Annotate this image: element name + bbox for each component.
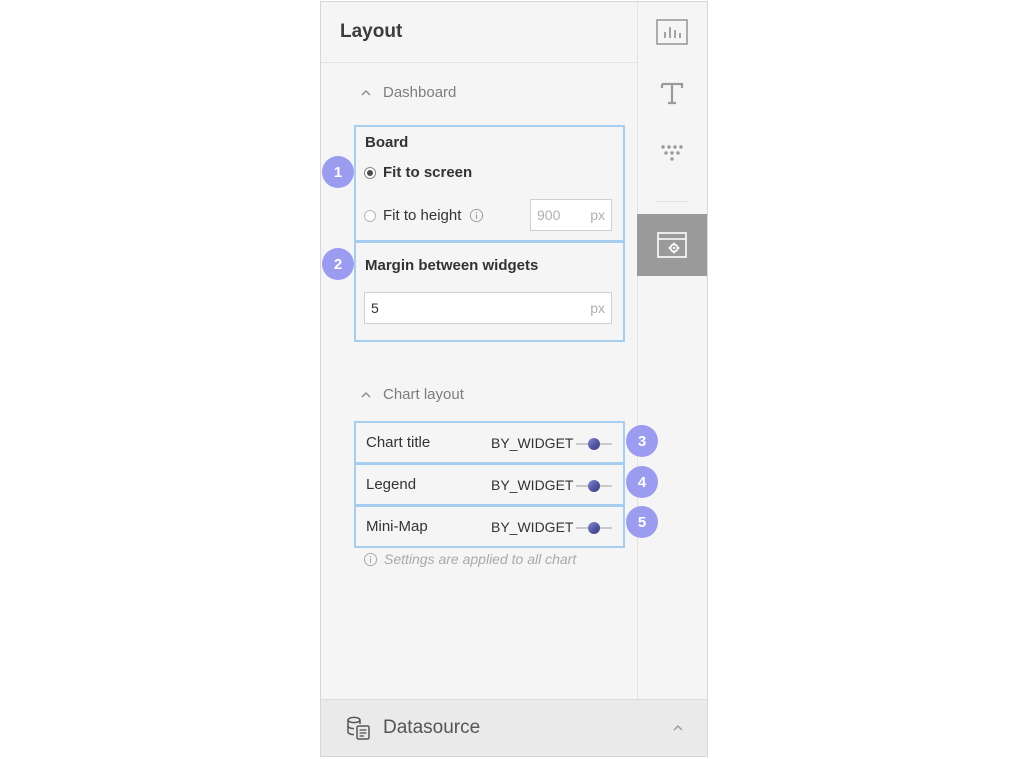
legend-label: Legend xyxy=(366,476,417,493)
slider-knob[interactable] xyxy=(588,437,600,450)
mini-map-label: Mini-Map xyxy=(366,518,428,535)
note-text: Settings are applied to all chart xyxy=(384,551,577,567)
layout-settings-tab[interactable] xyxy=(637,214,707,276)
legend-value: BY_WIDGET xyxy=(491,476,574,493)
height-value: 900 xyxy=(537,207,561,223)
tab-divider xyxy=(655,201,689,202)
funnel-dots-icon xyxy=(661,145,683,161)
mini-map-value: BY_WIDGET xyxy=(491,518,574,535)
margin-unit: px xyxy=(590,300,605,316)
slider-knob[interactable] xyxy=(588,521,600,534)
fit-to-height-label: Fit to height xyxy=(383,207,462,224)
fit-to-screen-option[interactable]: Fit to screen xyxy=(364,164,472,181)
chart-title-slider[interactable] xyxy=(576,436,612,450)
mini-map-row: Mini-Map BY_WIDGET xyxy=(354,505,625,548)
layout-settings-icon xyxy=(657,232,687,258)
info-icon xyxy=(363,552,378,566)
callout-badge-4: 4 xyxy=(626,466,658,498)
fit-to-screen-label: Fit to screen xyxy=(383,164,473,181)
chevron-up-icon xyxy=(361,391,371,397)
chart-settings-note: Settings are applied to all chart xyxy=(363,551,576,567)
chart-layout-section-label: Chart layout xyxy=(383,386,464,403)
fit-to-height-radio[interactable] xyxy=(364,209,376,222)
chart-title-label: Chart title xyxy=(366,434,431,451)
dashboard-section-label: Dashboard xyxy=(383,84,457,101)
slider-knob[interactable] xyxy=(588,479,600,492)
datasource-bar[interactable]: Datasource xyxy=(321,699,707,756)
panel-title: Layout xyxy=(340,21,403,42)
margin-settings-box: Margin between widgets 5 px xyxy=(354,241,625,342)
chart-icon xyxy=(656,19,688,45)
callout-badge-5: 5 xyxy=(626,506,658,538)
chart-title-value: BY_WIDGET xyxy=(491,434,574,451)
chevron-up-icon[interactable] xyxy=(671,721,685,735)
mini-map-slider[interactable] xyxy=(576,520,612,534)
margin-value: 5 xyxy=(371,300,379,316)
board-settings-box: Board Fit to screen Fit to height 900 px xyxy=(354,125,625,242)
fit-to-screen-radio[interactable] xyxy=(364,166,376,179)
funnel-tab[interactable] xyxy=(637,124,707,184)
fit-to-height-option[interactable]: Fit to height xyxy=(364,207,484,224)
panel-header: Layout xyxy=(321,2,637,63)
callout-badge-1: 1 xyxy=(322,156,354,188)
chart-tab[interactable] xyxy=(637,2,707,62)
text-format-icon xyxy=(660,82,684,105)
margin-label: Margin between widgets xyxy=(365,257,539,274)
height-unit: px xyxy=(590,207,605,223)
chart-layout-section-toggle[interactable]: Chart layout xyxy=(359,386,464,403)
panel-tab-bar xyxy=(637,2,707,699)
datasource-label: Datasource xyxy=(383,717,481,738)
chart-title-row: Chart title BY_WIDGET xyxy=(354,421,625,464)
text-format-tab[interactable] xyxy=(637,63,707,123)
callout-badge-2: 2 xyxy=(322,248,354,280)
chevron-up-icon xyxy=(361,89,371,95)
board-label: Board xyxy=(365,134,409,151)
margin-input[interactable]: 5 px xyxy=(364,292,612,324)
datasource-icon xyxy=(347,716,370,740)
legend-row: Legend BY_WIDGET xyxy=(354,463,625,506)
layout-settings-column: Layout Dashboard Board Fit to screen Fit… xyxy=(321,2,638,699)
info-icon[interactable] xyxy=(469,208,484,223)
legend-slider[interactable] xyxy=(576,478,612,492)
dashboard-section-toggle[interactable]: Dashboard xyxy=(359,84,456,101)
fit-to-height-input[interactable]: 900 px xyxy=(530,199,612,231)
layout-panel: Layout Dashboard Board Fit to screen Fit… xyxy=(320,1,708,757)
callout-badge-3: 3 xyxy=(626,425,658,457)
